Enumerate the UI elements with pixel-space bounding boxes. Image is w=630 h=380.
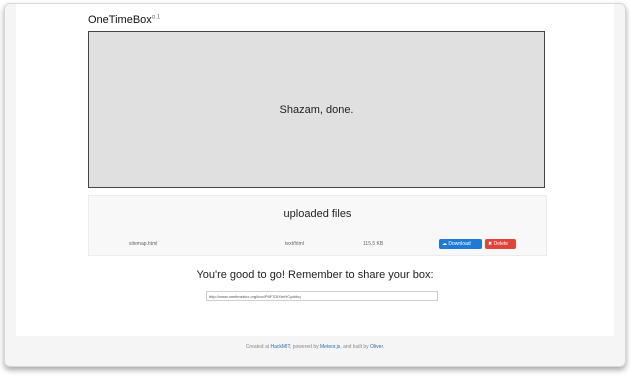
window-frame: OneTimeBoxα.1 Shazam, done. uploaded fil… xyxy=(4,3,626,367)
footer: Created at HackMIT, powered by Meteor.js… xyxy=(5,344,625,350)
file-type: text/html xyxy=(285,241,304,247)
file-row: sitemap.html text/html 115.5 KB ☁ Downlo… xyxy=(89,238,546,250)
hackmit-link[interactable]: HackMIT xyxy=(271,344,290,350)
app-version: α.1 xyxy=(151,14,161,21)
page-content: OneTimeBoxα.1 Shazam, done. uploaded fil… xyxy=(16,4,614,336)
oliver-link[interactable]: Oliver xyxy=(370,344,383,350)
dropzone-message: Shazam, done. xyxy=(279,103,354,116)
delete-button[interactable]: ✖ Delete xyxy=(485,239,516,249)
app-title-text: OneTimeBox xyxy=(88,14,152,26)
footer-prefix: Created at xyxy=(245,344,271,350)
share-message: You're good to go! Remember to share you… xyxy=(196,269,434,281)
file-size: 115.5 KB xyxy=(363,241,384,247)
download-button[interactable]: ☁ Download xyxy=(439,239,482,249)
footer-suffix: . xyxy=(382,344,385,350)
meteor-link[interactable]: Meteor.js xyxy=(320,344,340,350)
upload-dropzone[interactable]: Shazam, done. xyxy=(88,31,545,188)
share-link-field[interactable] xyxy=(206,291,438,301)
uploaded-files-panel: uploaded files sitemap.html text/html 11… xyxy=(88,195,547,256)
footer-powered: , powered by xyxy=(289,344,320,350)
footer-built: , and built by xyxy=(340,344,371,350)
app-title: OneTimeBoxα.1 xyxy=(88,14,160,26)
files-heading: uploaded files xyxy=(283,208,352,220)
file-name: sitemap.html xyxy=(129,241,158,247)
